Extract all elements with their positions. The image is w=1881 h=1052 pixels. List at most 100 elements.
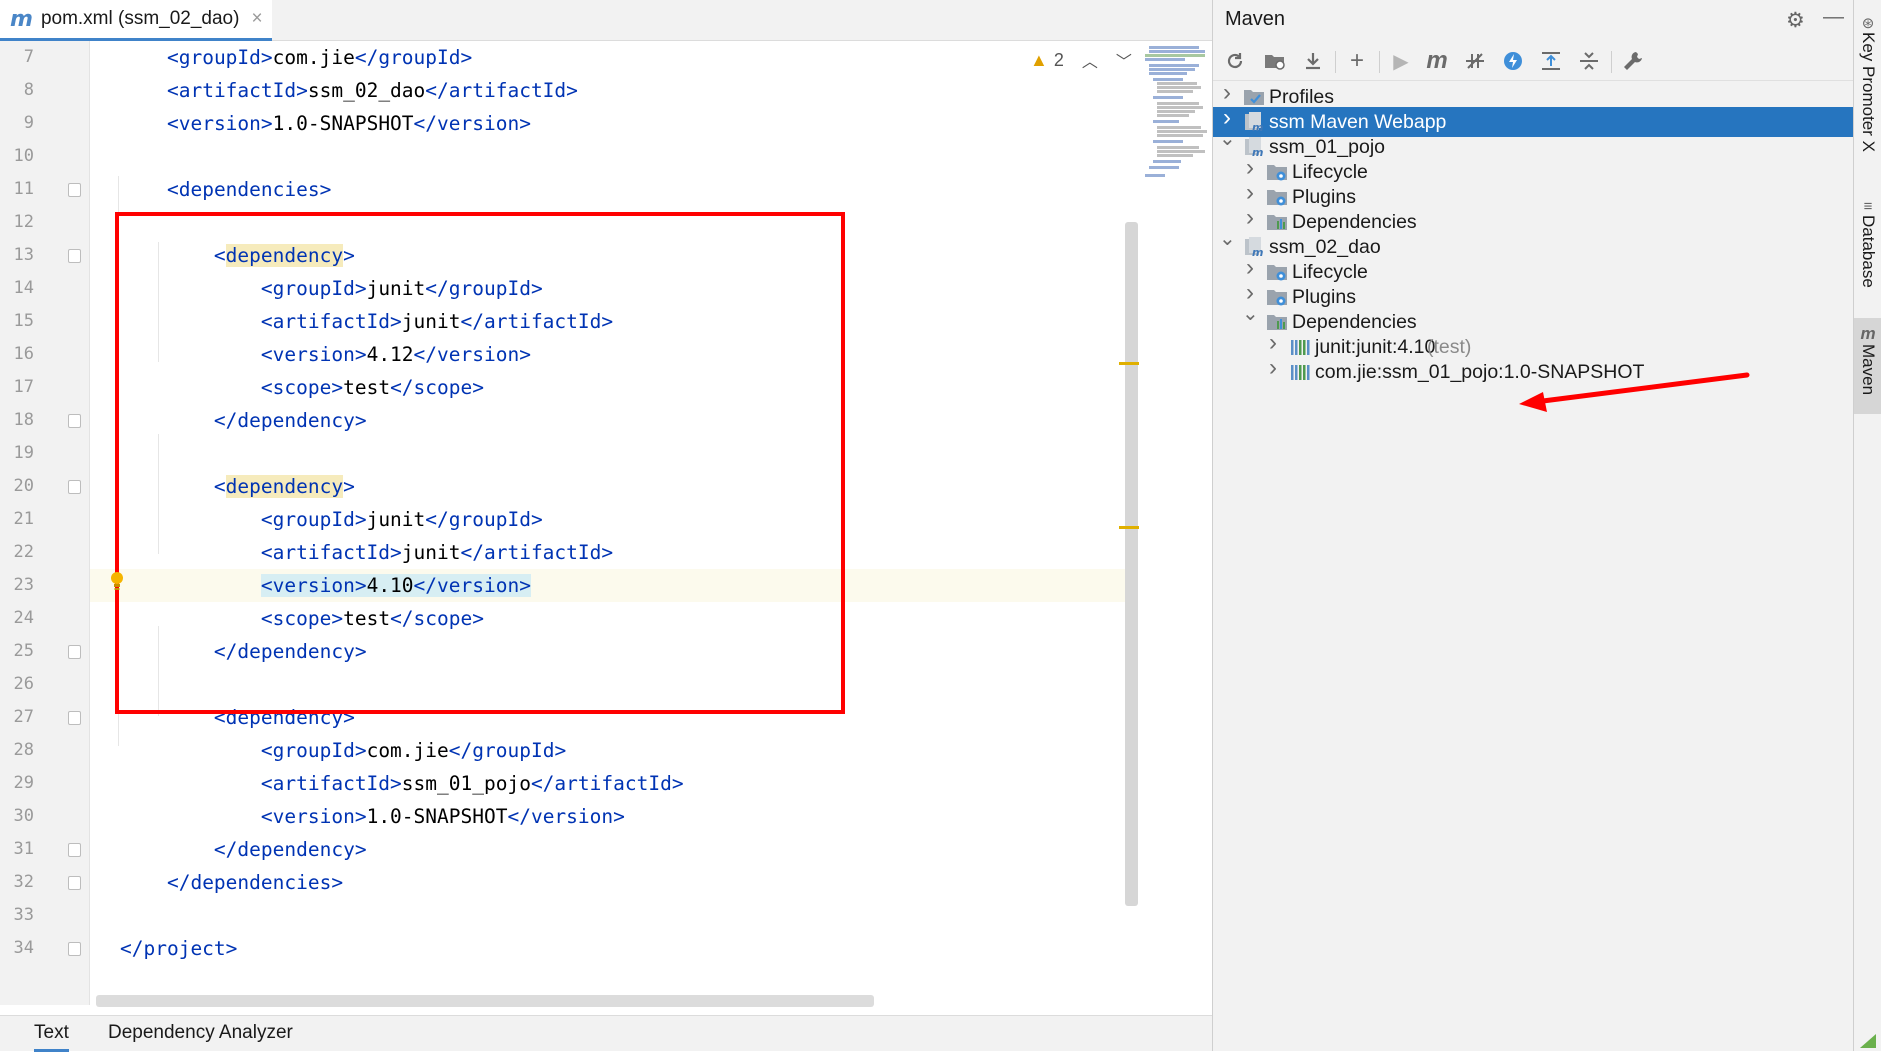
line-number[interactable]: 25 (0, 635, 34, 668)
code-line[interactable]: <version>4.10</version> (90, 569, 1135, 602)
fold-marker-icon[interactable] (68, 711, 81, 725)
error-stripe-mark[interactable] (1119, 526, 1139, 529)
code-line[interactable]: </project> (90, 932, 1135, 965)
tool-key-promoter-x[interactable]: ⊛ Key Promoter X (1854, 14, 1881, 152)
line-number[interactable]: 33 (0, 899, 34, 932)
code-line[interactable]: </dependency> (90, 635, 1135, 668)
line-number[interactable]: 34 (0, 932, 34, 965)
line-number[interactable]: 15 (0, 305, 34, 338)
tool-database[interactable]: ≡ Database (1854, 198, 1881, 288)
code-line[interactable] (90, 206, 1135, 239)
download-icon[interactable] (1299, 47, 1327, 75)
chevron-down-icon[interactable]: ⌄ (1242, 301, 1259, 326)
chevron-up-icon[interactable]: ︿ (1082, 48, 1098, 72)
chevron-right-icon[interactable]: › (1242, 154, 1258, 182)
chevron-down-icon[interactable]: ﹀ (1116, 48, 1132, 72)
fold-marker-icon[interactable] (68, 480, 81, 494)
code-line[interactable]: <groupId>com.jie</groupId> (90, 734, 1135, 767)
fold-marker-icon[interactable] (68, 843, 81, 857)
code-line[interactable]: <groupId>com.jie</groupId> (90, 41, 1135, 74)
line-number[interactable]: 12 (0, 206, 34, 239)
code-line[interactable]: <dependencies> (90, 173, 1135, 206)
line-number[interactable]: 21 (0, 503, 34, 536)
code-line[interactable]: <groupId>junit</groupId> (90, 272, 1135, 305)
chevron-right-icon[interactable]: › (1219, 79, 1235, 107)
line-number[interactable]: 9 (0, 107, 34, 140)
line-number[interactable]: 28 (0, 734, 34, 767)
line-number[interactable]: 7 (0, 41, 34, 74)
code-area[interactable]: <groupId>com.jie</groupId> <artifactId>s… (90, 41, 1135, 1005)
code-line[interactable]: <scope>test</scope> (90, 371, 1135, 404)
lightbulb-icon[interactable] (109, 571, 125, 593)
fold-marker-icon[interactable] (68, 183, 81, 197)
line-number[interactable]: 20 (0, 470, 34, 503)
fold-marker-icon[interactable] (68, 645, 81, 659)
error-stripe-mark[interactable] (1119, 362, 1139, 365)
line-number[interactable]: 22 (0, 536, 34, 569)
fold-marker-icon[interactable] (68, 942, 81, 956)
collapse-all-icon[interactable] (1575, 47, 1603, 75)
line-number[interactable]: 29 (0, 767, 34, 800)
chevron-down-icon[interactable]: ⌄ (1219, 126, 1236, 151)
code-line[interactable]: </dependency> (90, 404, 1135, 437)
line-number[interactable]: 16 (0, 338, 34, 371)
line-number[interactable]: 23 (0, 569, 34, 602)
minimize-icon[interactable]: — (1823, 5, 1844, 29)
inspection-widget[interactable]: ▲ 2 ︿ ﹀ (1030, 48, 1132, 72)
line-number[interactable]: 8 (0, 74, 34, 107)
chevron-right-icon[interactable]: › (1242, 204, 1258, 232)
fold-marker-icon[interactable] (68, 876, 81, 890)
tool-maven[interactable]: m Maven (1854, 318, 1881, 414)
code-line[interactable] (90, 899, 1135, 932)
code-line[interactable]: <dependency> (90, 470, 1135, 503)
line-number[interactable]: 27 (0, 701, 34, 734)
code-line[interactable] (90, 140, 1135, 173)
code-line[interactable]: <artifactId>junit</artifactId> (90, 536, 1135, 569)
close-icon[interactable]: × (251, 8, 262, 30)
tab-text[interactable]: Text (34, 1016, 69, 1052)
code-line[interactable]: <scope>test</scope> (90, 602, 1135, 635)
line-number[interactable]: 13 (0, 239, 34, 272)
toggle-offline-icon[interactable] (1461, 47, 1489, 75)
line-number[interactable]: 24 (0, 602, 34, 635)
code-line[interactable]: <version>1.0-SNAPSHOT</version> (90, 107, 1135, 140)
tab-dependency-analyzer[interactable]: Dependency Analyzer (108, 1016, 293, 1052)
code-minimap[interactable] (1143, 46, 1211, 196)
vertical-scrollbar[interactable] (1125, 222, 1138, 906)
fold-marker-icon[interactable] (68, 414, 81, 428)
line-number[interactable]: 26 (0, 668, 34, 701)
line-number[interactable]: 11 (0, 173, 34, 206)
code-line[interactable]: <groupId>junit</groupId> (90, 503, 1135, 536)
editor-tab-pom-xml[interactable]: m pom.xml (ssm_02_dao) × (0, 0, 272, 41)
wrench-icon[interactable] (1619, 47, 1647, 75)
fold-marker-icon[interactable] (68, 249, 81, 263)
code-line[interactable]: <dependency> (90, 701, 1135, 734)
line-number[interactable]: 14 (0, 272, 34, 305)
horizontal-scrollbar[interactable] (96, 995, 874, 1007)
chevron-right-icon[interactable]: › (1242, 179, 1258, 207)
line-number[interactable]: 19 (0, 437, 34, 470)
line-number[interactable]: 17 (0, 371, 34, 404)
line-number[interactable]: 18 (0, 404, 34, 437)
gear-icon[interactable]: ⚙ (1786, 8, 1805, 33)
chevron-right-icon[interactable]: › (1242, 254, 1258, 282)
execute-goal-icon[interactable]: m (1423, 47, 1451, 75)
code-line[interactable]: </dependencies> (90, 866, 1135, 899)
code-line[interactable] (90, 668, 1135, 701)
skip-tests-icon[interactable] (1499, 47, 1527, 75)
reload-icon[interactable] (1221, 47, 1249, 75)
line-number[interactable]: 30 (0, 800, 34, 833)
line-number[interactable]: 32 (0, 866, 34, 899)
line-number[interactable]: 10 (0, 140, 34, 173)
show-dependencies-icon[interactable] (1537, 47, 1565, 75)
line-number[interactable]: 31 (0, 833, 34, 866)
code-line[interactable]: <artifactId>ssm_02_dao</artifactId> (90, 74, 1135, 107)
generate-sources-icon[interactable] (1261, 47, 1289, 75)
chevron-right-icon[interactable]: › (1265, 329, 1281, 357)
code-line[interactable]: </dependency> (90, 833, 1135, 866)
code-line[interactable] (90, 437, 1135, 470)
code-line[interactable]: <artifactId>ssm_01_pojo</artifactId> (90, 767, 1135, 800)
chevron-down-icon[interactable]: ⌄ (1219, 226, 1236, 251)
code-line[interactable]: <version>1.0-SNAPSHOT</version> (90, 800, 1135, 833)
code-line[interactable]: <artifactId>junit</artifactId> (90, 305, 1135, 338)
